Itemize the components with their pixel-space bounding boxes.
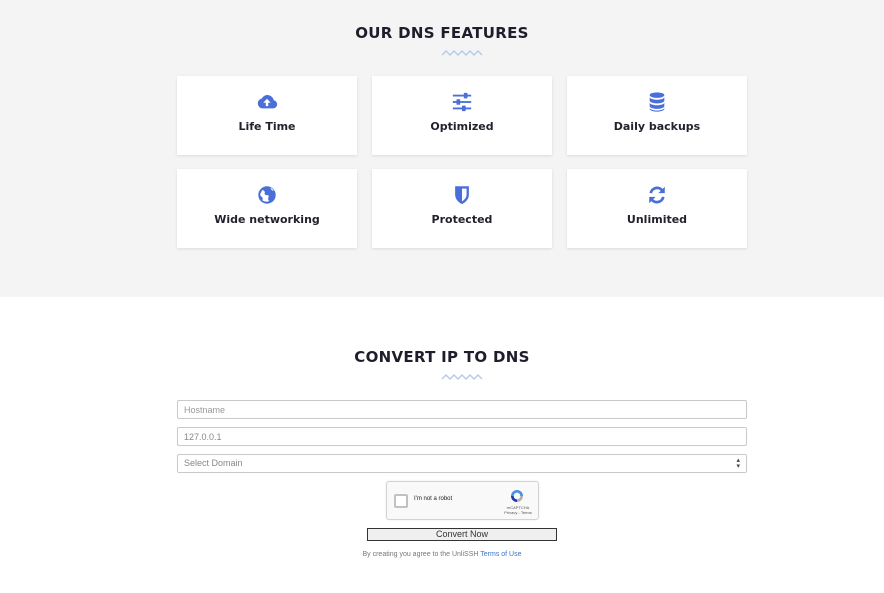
globe-icon: [258, 186, 276, 204]
feature-card-life-time: Life Time: [177, 76, 357, 155]
domain-select[interactable]: Select Domain ▴ ▾: [177, 454, 747, 473]
feature-card-optimized: Optimized: [372, 76, 552, 155]
recaptcha-links[interactable]: Privacy - Terms: [504, 510, 531, 515]
sliders-icon: [452, 92, 472, 112]
terms-of-use-link[interactable]: Terms of Use: [480, 551, 521, 558]
terms-notice: By creating you agree to the UnliSSH Ter…: [0, 551, 884, 558]
convert-title: CONVERT IP TO DNS: [354, 348, 530, 366]
feature-card-unlimited: Unlimited: [567, 169, 747, 248]
terms-prefix: By creating you agree to the UnliSSH: [362, 551, 481, 558]
wave-divider: [441, 50, 483, 56]
feature-label: Life Time: [238, 120, 296, 133]
ip-address-input[interactable]: [177, 427, 747, 446]
recaptcha-widget: I'm not a robot reCAPTCHA Privacy - Term…: [386, 481, 539, 520]
feature-label: Optimized: [430, 120, 494, 133]
database-icon: [649, 92, 665, 112]
domain-select-value: Select Domain: [184, 458, 243, 468]
features-section: OUR DNS FEATURES Life Time Optimized Dai…: [0, 0, 884, 297]
feature-card-daily-backups: Daily backups: [567, 76, 747, 155]
recaptcha-brand: reCAPTCHA Privacy - Terms: [499, 505, 537, 515]
refresh-icon: [649, 186, 665, 204]
convert-now-button[interactable]: Convert Now: [367, 528, 557, 541]
feature-card-protected: Protected: [372, 169, 552, 248]
cloud-upload-icon: [257, 95, 278, 109]
shield-icon: [455, 186, 469, 205]
wave-divider: [441, 374, 483, 380]
features-title: OUR DNS FEATURES: [355, 24, 529, 42]
select-arrows-icon: ▴ ▾: [736, 457, 740, 470]
feature-label: Wide networking: [214, 213, 320, 226]
recaptcha-logo-icon: [511, 490, 523, 502]
feature-label: Daily backups: [613, 120, 701, 133]
recaptcha-label: I'm not a robot: [414, 496, 453, 502]
hostname-input[interactable]: [177, 400, 747, 419]
feature-card-wide-networking: Wide networking: [177, 169, 357, 248]
feature-label: Unlimited: [626, 213, 688, 226]
recaptcha-checkbox[interactable]: [394, 494, 408, 508]
feature-label: Protected: [431, 213, 493, 226]
